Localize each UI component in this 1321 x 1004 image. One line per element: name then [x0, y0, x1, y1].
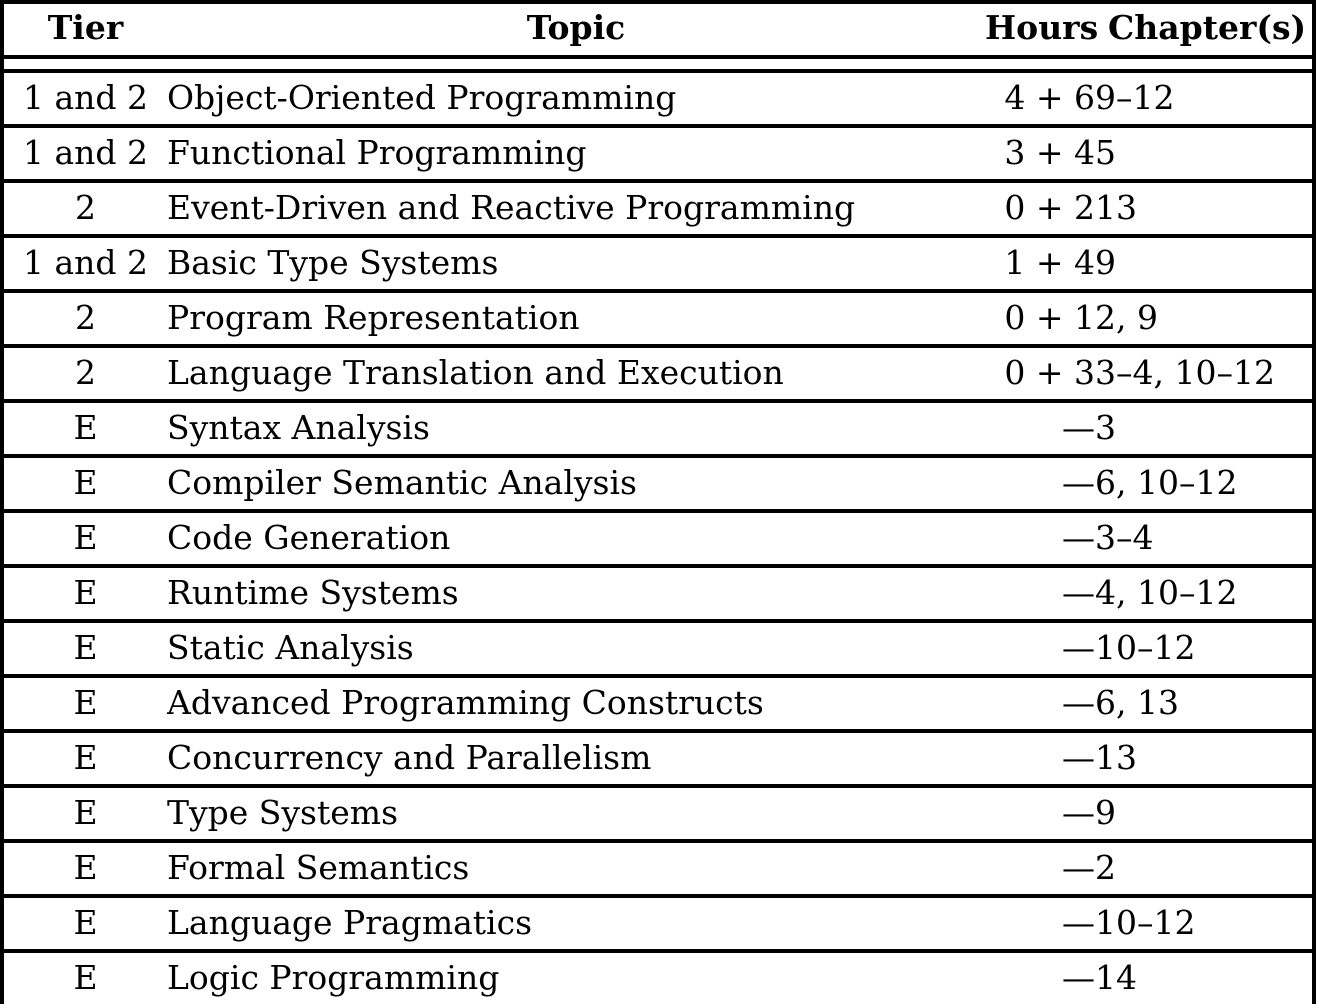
- cell-tier: E: [2, 949, 167, 1004]
- table-row: E Formal Semantics —2: [2, 839, 1314, 896]
- table-row: E Concurrency and Parallelism —13: [2, 729, 1314, 786]
- cell-hours: —: [985, 894, 1095, 951]
- cell-tier: 2: [2, 344, 167, 401]
- cell-topic: Syntax Analysis: [167, 399, 985, 456]
- header-row: Tier Topic Hours Chapter(s): [2, 0, 1314, 59]
- rule-gap-cell: [985, 57, 1095, 71]
- cell-topic: Concurrency and Parallelism: [167, 729, 985, 786]
- curriculum-table: Tier Topic Hours Chapter(s) 1 and 2 Objec…: [0, 0, 1316, 1004]
- table-row: E Runtime Systems —4, 10–12: [2, 564, 1314, 621]
- cell-topic: Static Analysis: [167, 619, 985, 676]
- table-row: 1 and 2 Functional Programming 3 + 45: [2, 124, 1314, 181]
- cell-topic: Event-Driven and Reactive Programming: [167, 179, 985, 236]
- rule-gap-cell: [2, 57, 167, 71]
- cell-tier: 1 and 2: [2, 69, 167, 126]
- cell-tier: E: [2, 729, 167, 786]
- cell-hours: —: [985, 454, 1095, 511]
- table-row: E Language Pragmatics —10–12: [2, 894, 1314, 951]
- cell-chapter: 10–12: [1095, 619, 1314, 676]
- cell-hours: —: [985, 509, 1095, 566]
- column-header-tier: Tier: [2, 0, 167, 59]
- table-row: E Type Systems —9: [2, 784, 1314, 841]
- cell-topic: Advanced Programming Constructs: [167, 674, 985, 731]
- table-row: E Static Analysis —10–12: [2, 619, 1314, 676]
- cell-topic: Logic Programming: [167, 949, 985, 1004]
- cell-hours: —: [985, 619, 1095, 676]
- rule-gap-cell: [1095, 57, 1314, 71]
- cell-tier: 2: [2, 289, 167, 346]
- cell-chapter: 14: [1095, 949, 1314, 1004]
- cell-topic: Basic Type Systems: [167, 234, 985, 291]
- cell-hours: —: [985, 564, 1095, 621]
- cell-chapter: 9: [1095, 784, 1314, 841]
- table-row: 2 Event-Driven and Reactive Programming 0 …: [2, 179, 1314, 236]
- cell-topic: Compiler Semantic Analysis: [167, 454, 985, 511]
- cell-topic: Functional Programming: [167, 124, 985, 181]
- cell-hours: 4 + 6: [985, 69, 1095, 126]
- table-row: E Syntax Analysis —3: [2, 399, 1314, 456]
- cell-chapter: 4, 10–12: [1095, 564, 1314, 621]
- header-rule-gap: [2, 57, 1314, 71]
- cell-tier: 2: [2, 179, 167, 236]
- cell-tier: E: [2, 674, 167, 731]
- cell-topic: Language Translation and Execution: [167, 344, 985, 401]
- cell-hours: 0 + 1: [985, 289, 1095, 346]
- cell-chapter: 3–4, 10–12: [1095, 344, 1314, 401]
- table-row: E Compiler Semantic Analysis —6, 10–12: [2, 454, 1314, 511]
- cell-tier: E: [2, 839, 167, 896]
- table-row: 2 Language Translation and Execution 0 + 3…: [2, 344, 1314, 401]
- cell-chapter: 13: [1095, 179, 1314, 236]
- curriculum-table-container: Tier Topic Hours Chapter(s) 1 and 2 Objec…: [0, 0, 1321, 1004]
- cell-hours: 0 + 3: [985, 344, 1095, 401]
- cell-topic: Program Representation: [167, 289, 985, 346]
- cell-hours: —: [985, 839, 1095, 896]
- rule-gap-cell: [167, 57, 985, 71]
- cell-hours: —: [985, 784, 1095, 841]
- cell-chapter: 13: [1095, 729, 1314, 786]
- cell-chapter: 5: [1095, 124, 1314, 181]
- table-row: E Advanced Programming Constructs —6, 13: [2, 674, 1314, 731]
- table-header: Tier Topic Hours Chapter(s): [2, 0, 1314, 59]
- cell-topic: Type Systems: [167, 784, 985, 841]
- cell-chapter: 6, 10–12: [1095, 454, 1314, 511]
- cell-chapter: 9–12: [1095, 69, 1314, 126]
- cell-hours: —: [985, 729, 1095, 786]
- cell-topic: Code Generation: [167, 509, 985, 566]
- cell-topic: Formal Semantics: [167, 839, 985, 896]
- column-header-hours: Hours: [985, 0, 1098, 59]
- cell-topic: Runtime Systems: [167, 564, 985, 621]
- column-header-topic: Topic: [167, 0, 985, 59]
- cell-chapter: 10–12: [1095, 894, 1314, 951]
- table-row: 1 and 2 Object-Oriented Programming 4 + 69…: [2, 69, 1314, 126]
- cell-chapter: 3: [1095, 399, 1314, 456]
- cell-hours: 3 + 4: [985, 124, 1095, 181]
- cell-chapter: 6, 13: [1095, 674, 1314, 731]
- cell-tier: E: [2, 784, 167, 841]
- cell-tier: 1 and 2: [2, 124, 167, 181]
- cell-hours: 0 + 2: [985, 179, 1095, 236]
- cell-chapter: 2, 9: [1095, 289, 1314, 346]
- table-row: E Logic Programming —14: [2, 949, 1314, 1004]
- cell-tier: 1 and 2: [2, 234, 167, 291]
- cell-tier: E: [2, 619, 167, 676]
- cell-topic: Object-Oriented Programming: [167, 69, 985, 126]
- cell-tier: E: [2, 399, 167, 456]
- cell-tier: E: [2, 454, 167, 511]
- cell-topic: Language Pragmatics: [167, 894, 985, 951]
- table-row: 2 Program Representation 0 + 1 2, 9: [2, 289, 1314, 346]
- cell-chapter: 9: [1095, 234, 1314, 291]
- table-row: 1 and 2 Basic Type Systems 1 + 49: [2, 234, 1314, 291]
- cell-chapter: 3–4: [1095, 509, 1314, 566]
- cell-hours: —: [985, 399, 1095, 456]
- cell-tier: E: [2, 894, 167, 951]
- cell-chapter: 2: [1095, 839, 1314, 896]
- cell-tier: E: [2, 564, 167, 621]
- cell-tier: E: [2, 509, 167, 566]
- cell-hours: —: [985, 674, 1095, 731]
- cell-hours: 1 + 4: [985, 234, 1095, 291]
- table-body: 1 and 2 Object-Oriented Programming 4 + 69…: [2, 57, 1314, 1004]
- table-row: E Code Generation —3–4: [2, 509, 1314, 566]
- cell-hours: —: [985, 949, 1095, 1004]
- column-header-chapter: Chapter(s): [1095, 0, 1314, 59]
